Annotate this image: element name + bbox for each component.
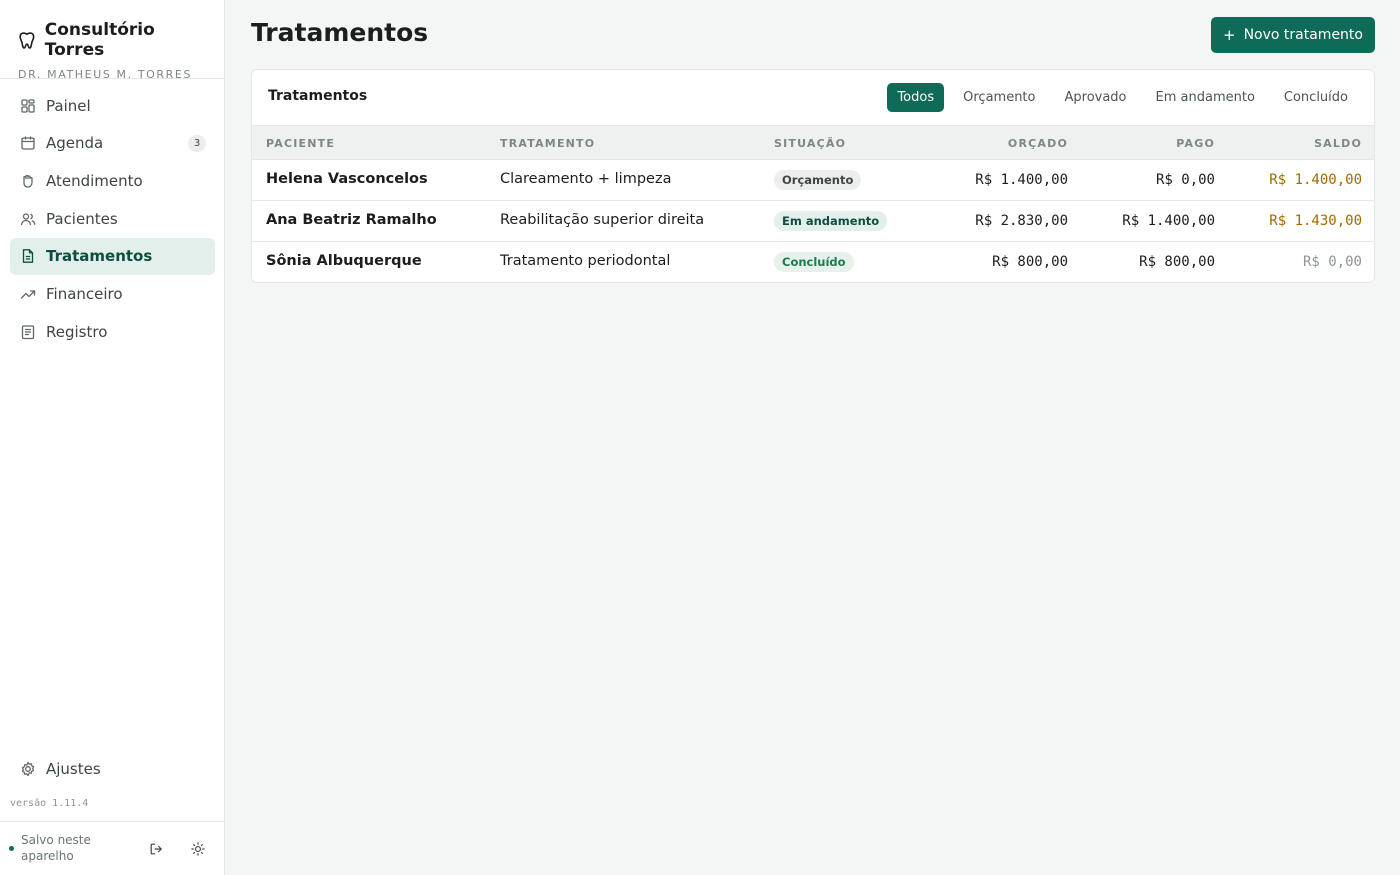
filter-concluido[interactable]: Concluído xyxy=(1274,83,1358,112)
document-icon xyxy=(20,248,36,264)
sidebar-item-painel[interactable]: Painel xyxy=(10,87,215,124)
balance-value: R$ 1.430,00 xyxy=(1269,213,1362,229)
sidebar: Consultório Torres DR. MATHEUS M. TORRES… xyxy=(0,0,225,875)
theme-toggle-button[interactable] xyxy=(187,838,209,860)
patient-name: Sônia Albuquerque xyxy=(266,253,422,269)
status-badge: Concluído xyxy=(774,252,854,272)
sidebar-item-label: Ajustes xyxy=(46,759,101,778)
budget-value: R$ 1.400,00 xyxy=(975,172,1068,188)
patient-name: Helena Vasconcelos xyxy=(266,171,428,187)
filter-todos[interactable]: Todos xyxy=(887,83,945,112)
sidebar-item-tratamentos[interactable]: Tratamentos xyxy=(10,237,215,275)
treatment-name: Tratamento periodontal xyxy=(500,253,671,269)
balance-value: R$ 0,00 xyxy=(1302,254,1362,270)
table-row[interactable]: Ana Beatriz Ramalho Reabilitação superio… xyxy=(252,201,1374,242)
sidebar-item-label: Atendimento xyxy=(46,171,143,190)
sidebar-item-label: Painel xyxy=(46,96,91,115)
status-badge: Orçamento xyxy=(774,170,862,190)
save-status-text: Salvo neste aparelho xyxy=(21,833,91,863)
table-header: PACIENTE TRATAMENTO SITUAÇÃO ORÇADO PAGO… xyxy=(252,125,1374,160)
paid-value: R$ 0,00 xyxy=(1155,172,1215,188)
sidebar-item-label: Financeiro xyxy=(46,284,123,303)
filter-aprovado[interactable]: Aprovado xyxy=(1054,83,1136,112)
treatments-card: Tratamentos Todos Orçamento Aprovado Em … xyxy=(251,69,1375,283)
table-row[interactable]: Helena Vasconcelos Clareamento + limpeza… xyxy=(252,160,1374,201)
sidebar-item-ajustes[interactable]: Ajustes xyxy=(10,750,215,787)
gear-icon xyxy=(20,761,36,777)
paid-value: R$ 800,00 xyxy=(1139,254,1215,270)
column-header-saldo[interactable]: SALDO xyxy=(1314,137,1362,150)
calendar-icon xyxy=(20,135,36,151)
version-label: versão 1.11.4 xyxy=(10,798,89,809)
treatment-name: Clareamento + limpeza xyxy=(500,171,672,187)
paid-value: R$ 1.400,00 xyxy=(1122,213,1215,229)
sidebar-item-label: Registro xyxy=(46,322,108,341)
sidebar-item-pacientes[interactable]: Pacientes xyxy=(10,200,215,237)
column-header-tratamento[interactable]: TRATAMENTO xyxy=(500,137,595,150)
filter-orcamento[interactable]: Orçamento xyxy=(953,83,1045,112)
balance-value: R$ 1.400,00 xyxy=(1269,172,1362,188)
status-dot xyxy=(9,846,14,851)
page-title: Tratamentos xyxy=(251,18,429,47)
column-header-orcado[interactable]: ORÇADO xyxy=(1008,137,1068,150)
table-row[interactable]: Sônia Albuquerque Tratamento periodontal… xyxy=(252,242,1374,282)
sidebar-item-registro[interactable]: Registro xyxy=(10,313,215,350)
divider xyxy=(0,821,225,822)
column-header-pago[interactable]: PAGO xyxy=(1176,137,1215,150)
trending-up-icon xyxy=(20,286,36,302)
card-title: Tratamentos xyxy=(268,88,368,104)
budget-value: R$ 800,00 xyxy=(992,254,1068,270)
sidebar-item-label: Tratamentos xyxy=(46,247,153,266)
users-icon xyxy=(20,211,36,227)
brand: Consultório Torres DR. MATHEUS M. TORRES xyxy=(18,20,218,81)
budget-value: R$ 2.830,00 xyxy=(975,213,1068,229)
settings-section: Ajustes xyxy=(10,750,215,788)
logout-button[interactable] xyxy=(145,838,167,860)
sidebar-nav: Painel Agenda 3 Atendimento Pacientes Tr… xyxy=(10,87,215,351)
sun-icon xyxy=(191,842,205,856)
new-treatment-label: Novo tratamento xyxy=(1243,27,1363,43)
tooth-icon xyxy=(19,32,35,49)
sidebar-item-label: Pacientes xyxy=(46,209,118,228)
dashboard-icon xyxy=(20,98,36,114)
patient-name: Ana Beatriz Ramalho xyxy=(266,212,437,228)
save-status: Salvo neste aparelho xyxy=(9,832,121,864)
sidebar-item-financeiro[interactable]: Financeiro xyxy=(10,275,215,312)
filter-em-andamento[interactable]: Em andamento xyxy=(1146,83,1265,112)
divider xyxy=(0,78,225,79)
app-name: Consultório Torres xyxy=(44,20,155,60)
status-filter-tabs: Todos Orçamento Aprovado Em andamento Co… xyxy=(878,83,1358,112)
sidebar-item-agenda[interactable]: Agenda 3 xyxy=(10,125,215,162)
sidebar-item-label: Agenda xyxy=(46,134,104,153)
treatment-name: Reabilitação superior direita xyxy=(500,212,705,228)
column-header-paciente[interactable]: PACIENTE xyxy=(266,137,335,150)
hand-icon xyxy=(20,173,36,189)
doctor-name: DR. MATHEUS M. TORRES xyxy=(18,68,193,81)
new-treatment-button[interactable]: + Novo tratamento xyxy=(1211,17,1375,53)
list-icon xyxy=(20,324,36,340)
status-badge: Em andamento xyxy=(774,211,888,231)
sidebar-item-atendimento[interactable]: Atendimento xyxy=(10,162,215,199)
logout-icon xyxy=(150,843,162,855)
count-badge: 3 xyxy=(188,134,206,152)
plus-icon: + xyxy=(1223,26,1236,44)
column-header-situacao[interactable]: SITUAÇÃO xyxy=(774,137,846,150)
